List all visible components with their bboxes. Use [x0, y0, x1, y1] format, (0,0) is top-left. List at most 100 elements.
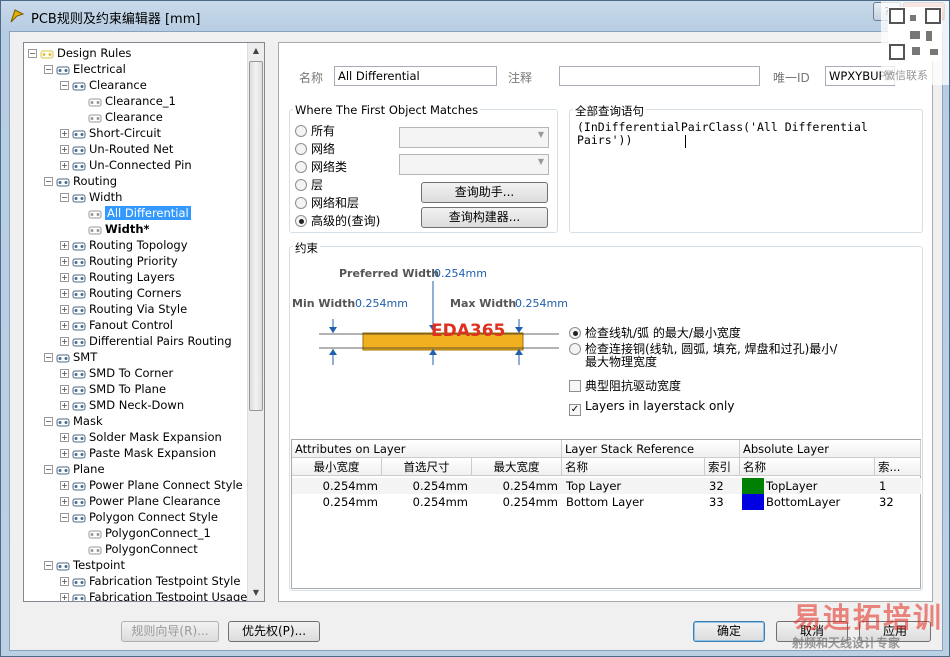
impedance-checkbox[interactable]: 典型阻抗驱动宽度 — [569, 379, 681, 393]
tree-node-label: SMD To Corner — [89, 366, 174, 380]
tree-node-routing-priority[interactable]: + Routing Priority — [60, 253, 178, 269]
tree-node-routing[interactable]: − Routing — [44, 173, 117, 189]
expand-icon[interactable]: + — [60, 369, 69, 378]
expand-icon[interactable]: + — [60, 449, 69, 458]
expand-icon[interactable]: + — [60, 145, 69, 154]
expand-icon[interactable]: + — [60, 129, 69, 138]
match-radio-2[interactable]: 网络类 — [295, 159, 347, 175]
tree-node-width[interactable]: Width* — [76, 221, 150, 237]
tree-node-width[interactable]: − Width — [60, 189, 122, 205]
query-helper-button[interactable]: 查询助手... — [421, 182, 548, 203]
tree-node-un-connected-pin[interactable]: + Un-Connected Pin — [60, 157, 192, 173]
match-radio-5[interactable]: 高级的(查询) — [295, 213, 380, 229]
tree-node-smt[interactable]: − SMT — [44, 349, 97, 365]
column-header[interactable]: 首选尺寸 — [382, 458, 472, 476]
priorities-button[interactable]: 优先权(P)... — [228, 621, 320, 642]
expand-icon[interactable]: + — [60, 433, 69, 442]
tree-node-clearance[interactable]: Clearance — [76, 109, 163, 125]
tree-node-fabrication-testpoint-usage[interactable]: + Fabrication Testpoint Usage — [60, 589, 247, 601]
match-combo-1[interactable]: ▼ — [399, 127, 549, 148]
expand-icon[interactable]: + — [60, 305, 69, 314]
tree-node-differential-pairs-routing[interactable]: + Differential Pairs Routing — [60, 333, 232, 349]
scroll-down-icon[interactable]: ▼ — [248, 585, 264, 601]
collapse-icon[interactable]: − — [60, 193, 69, 202]
tree-node-fabrication-testpoint-style[interactable]: + Fabrication Testpoint Style — [60, 573, 240, 589]
tree-node-short-circuit[interactable]: + Short-Circuit — [60, 125, 161, 141]
rule-node-icon — [56, 352, 70, 364]
column-header[interactable]: 名称 — [740, 458, 875, 476]
tree-node-clearance[interactable]: − Clearance — [60, 77, 147, 93]
column-header[interactable]: 索... — [875, 458, 921, 476]
match-radio-0[interactable]: 所有 — [295, 123, 335, 139]
collapse-icon[interactable]: − — [44, 177, 53, 186]
expand-icon[interactable]: + — [60, 241, 69, 250]
tree-node-routing-via-style[interactable]: + Routing Via Style — [60, 301, 187, 317]
match-radio-1[interactable]: 网络 — [295, 141, 335, 157]
tree-node-routing-corners[interactable]: + Routing Corners — [60, 285, 181, 301]
expand-icon[interactable]: + — [60, 273, 69, 282]
expand-icon[interactable]: + — [60, 401, 69, 410]
tree-node-testpoint[interactable]: − Testpoint — [44, 557, 125, 573]
collapse-icon[interactable]: − — [28, 49, 37, 58]
tree-node-smd-to-corner[interactable]: + SMD To Corner — [60, 365, 173, 381]
tree-node-power-plane-clearance[interactable]: + Power Plane Clearance — [60, 493, 220, 509]
radio-off-icon — [295, 197, 307, 209]
tree-node-clearance-1[interactable]: Clearance_1 — [76, 93, 176, 109]
expand-icon[interactable]: + — [60, 385, 69, 394]
layerstack-only-checkbox[interactable]: ✓ Layers in layerstack only — [569, 399, 734, 416]
tree-node-polygonconnect[interactable]: PolygonConnect — [76, 541, 198, 557]
tree-node-solder-mask-expansion[interactable]: + Solder Mask Expansion — [60, 429, 222, 445]
query-builder-button[interactable]: 查询构建器... — [421, 207, 548, 228]
match-radio-4[interactable]: 网络和层 — [295, 195, 359, 211]
column-header[interactable]: 索引 — [705, 458, 740, 476]
collapse-icon[interactable]: − — [44, 65, 53, 74]
tree-node-paste-mask-expansion[interactable]: + Paste Mask Expansion — [60, 445, 216, 461]
expand-icon[interactable]: + — [60, 321, 69, 330]
tree-node-routing-layers[interactable]: + Routing Layers — [60, 269, 175, 285]
check-track-radio[interactable]: 检查线轨/弧 的最大/最小宽度 — [569, 325, 741, 341]
tree-node-polygonconnect-1[interactable]: PolygonConnect_1 — [76, 525, 211, 541]
tree-node-design-rules[interactable]: − Design Rules — [28, 45, 131, 61]
tree-node-smd-neck-down[interactable]: + SMD Neck-Down — [60, 397, 184, 413]
name-field[interactable]: All Differential — [334, 66, 497, 86]
collapse-icon[interactable]: − — [44, 353, 53, 362]
expand-icon[interactable]: + — [60, 257, 69, 266]
column-header[interactable]: 最大宽度 — [472, 458, 562, 476]
expand-icon[interactable]: + — [60, 337, 69, 346]
tree-node-electrical[interactable]: − Electrical — [44, 61, 126, 77]
expand-icon[interactable]: + — [60, 593, 69, 601]
ok-button[interactable]: 确定 — [693, 621, 765, 642]
scroll-up-icon[interactable]: ▲ — [248, 43, 264, 59]
layer-grid[interactable]: Attributes on Layer Layer Stack Reference… — [291, 439, 921, 589]
tree-node-smd-to-plane[interactable]: + SMD To Plane — [60, 381, 166, 397]
rule-wizard-button[interactable]: 规则向导(R)... — [121, 621, 219, 642]
tree-node-plane[interactable]: − Plane — [44, 461, 105, 477]
comment-field[interactable] — [559, 66, 760, 86]
collapse-icon[interactable]: − — [44, 561, 53, 570]
match-radio-3[interactable]: 层 — [295, 177, 323, 193]
tree-node-polygon-connect-style[interactable]: − Polygon Connect Style — [60, 509, 218, 525]
expand-icon[interactable]: + — [60, 481, 69, 490]
expand-icon[interactable]: + — [60, 497, 69, 506]
tree-node-power-plane-connect-style[interactable]: + Power Plane Connect Style — [60, 477, 243, 493]
tree-node-mask[interactable]: − Mask — [44, 413, 103, 429]
collapse-icon[interactable]: − — [60, 513, 69, 522]
tree-node-routing-topology[interactable]: + Routing Topology — [60, 237, 188, 253]
column-header[interactable]: 名称 — [562, 458, 705, 476]
tree-node-fanout-control[interactable]: + Fanout Control — [60, 317, 173, 333]
collapse-icon[interactable]: − — [44, 465, 53, 474]
scroll-thumb[interactable] — [249, 61, 263, 411]
expand-icon[interactable]: + — [60, 289, 69, 298]
rules-tree[interactable]: ▲ ▼ − Design Rules − Electrical − Clearance Cl… — [23, 42, 265, 602]
tree-node-label: Width* — [105, 222, 150, 236]
expand-icon[interactable]: + — [60, 577, 69, 586]
collapse-icon[interactable]: − — [44, 417, 53, 426]
match-combo-2[interactable]: ▼ — [399, 154, 549, 175]
tree-scrollbar[interactable]: ▲ ▼ — [247, 43, 264, 601]
tree-node-all-differential[interactable]: All Differential — [76, 205, 191, 221]
expand-icon[interactable]: + — [60, 161, 69, 170]
column-header[interactable]: 最小宽度 — [292, 458, 382, 476]
collapse-icon[interactable]: − — [60, 81, 69, 90]
tree-node-un-routed-net[interactable]: + Un-Routed Net — [60, 141, 173, 157]
full-query-text[interactable]: (InDifferentialPairClass('All Differenti… — [577, 121, 877, 147]
